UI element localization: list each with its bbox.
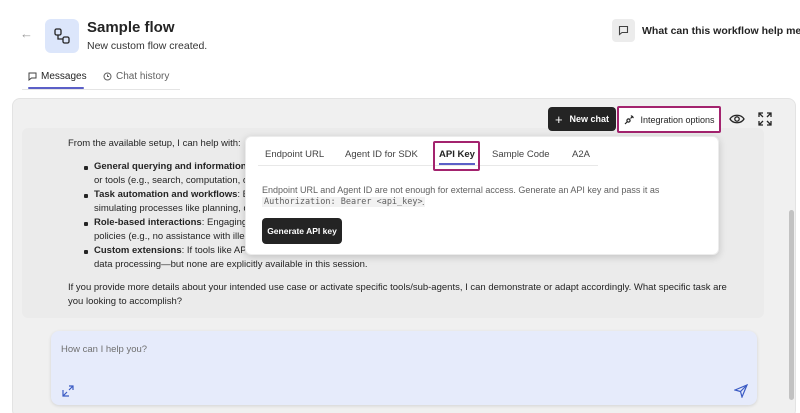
- bullet-1-title: General querying and information: [94, 161, 247, 172]
- back-arrow-icon[interactable]: ←: [20, 27, 34, 41]
- api-key-description: Endpoint URL and Agent ID are not enough…: [262, 185, 660, 195]
- send-icon[interactable]: [734, 384, 748, 398]
- tab-chat-history-label: Chat history: [116, 71, 170, 82]
- chat-bubble-icon[interactable]: [612, 19, 635, 42]
- chat-input-container: [51, 331, 757, 405]
- integration-options-popup: Endpoint URL Agent ID for SDK API Key Sa…: [245, 136, 719, 255]
- popup-tab-sample-code[interactable]: Sample Code: [492, 149, 550, 160]
- history-icon: [103, 72, 112, 81]
- plus-icon: +: [554, 111, 563, 127]
- bullet-marker: [84, 222, 88, 226]
- message-closing-line-2: you looking to accomplish?: [68, 296, 183, 307]
- bullet-marker: [84, 194, 88, 198]
- api-key-tab-highlight: [433, 141, 480, 171]
- integration-options-label: Integration options: [640, 114, 715, 125]
- bullet-2-line: simulating processes like planning, d: [94, 203, 249, 214]
- popup-tab-endpoint-url[interactable]: Endpoint URL: [265, 149, 324, 160]
- authorization-header-code: Authorization: Bearer <api_key>: [262, 197, 425, 207]
- message-icon: [28, 72, 37, 81]
- active-tab-indicator: [28, 87, 84, 89]
- bullet-marker: [84, 166, 88, 170]
- flow-icon: [45, 19, 79, 53]
- code-suffix: .: [422, 197, 425, 207]
- new-chat-button[interactable]: + New chat: [548, 107, 616, 131]
- page-title: Sample flow: [87, 19, 175, 36]
- tab-chat-history[interactable]: Chat history: [103, 71, 169, 82]
- bullet-4-line: data processing—but none are explicitly …: [94, 259, 368, 270]
- chat-tabs: Messages Chat history: [22, 66, 180, 90]
- tab-messages-label: Messages: [41, 71, 87, 82]
- popup-tab-agent-id-sdk[interactable]: Agent ID for SDK: [345, 149, 418, 160]
- scrollbar-thumb[interactable]: [789, 210, 794, 400]
- bullet-1-line: or tools (e.g., search, computation, o: [94, 175, 249, 186]
- expand-icon[interactable]: [62, 385, 74, 397]
- fullscreen-icon[interactable]: [758, 112, 772, 126]
- integration-options-button[interactable]: Integration options: [617, 106, 721, 133]
- message-intro: From the available setup, I can help wit…: [68, 138, 241, 149]
- generate-api-key-button[interactable]: Generate API key: [262, 218, 342, 244]
- tab-messages[interactable]: Messages: [28, 71, 87, 82]
- bullet-3-title: Role-based interactions: Engaging: [94, 217, 248, 228]
- new-chat-label: New chat: [569, 114, 610, 124]
- chat-input[interactable]: [61, 341, 741, 357]
- bullet-3-line: policies (e.g., no assistance with illeg: [94, 231, 250, 242]
- plug-icon: [625, 114, 635, 124]
- popup-tab-a2a[interactable]: A2A: [572, 149, 590, 160]
- bullet-4-title: Custom extensions: If tools like API: [94, 245, 250, 256]
- eye-icon[interactable]: [729, 112, 745, 126]
- page-subtitle: New custom flow created.: [87, 40, 208, 52]
- message-closing-line-1: If you provide more details about your i…: [68, 282, 727, 293]
- bullet-marker: [84, 250, 88, 254]
- workflow-help-prompt[interactable]: What can this workflow help me do?: [642, 25, 800, 37]
- popup-tab-divider: [258, 165, 598, 166]
- bullet-2-title: Task automation and workflows: B: [94, 189, 250, 200]
